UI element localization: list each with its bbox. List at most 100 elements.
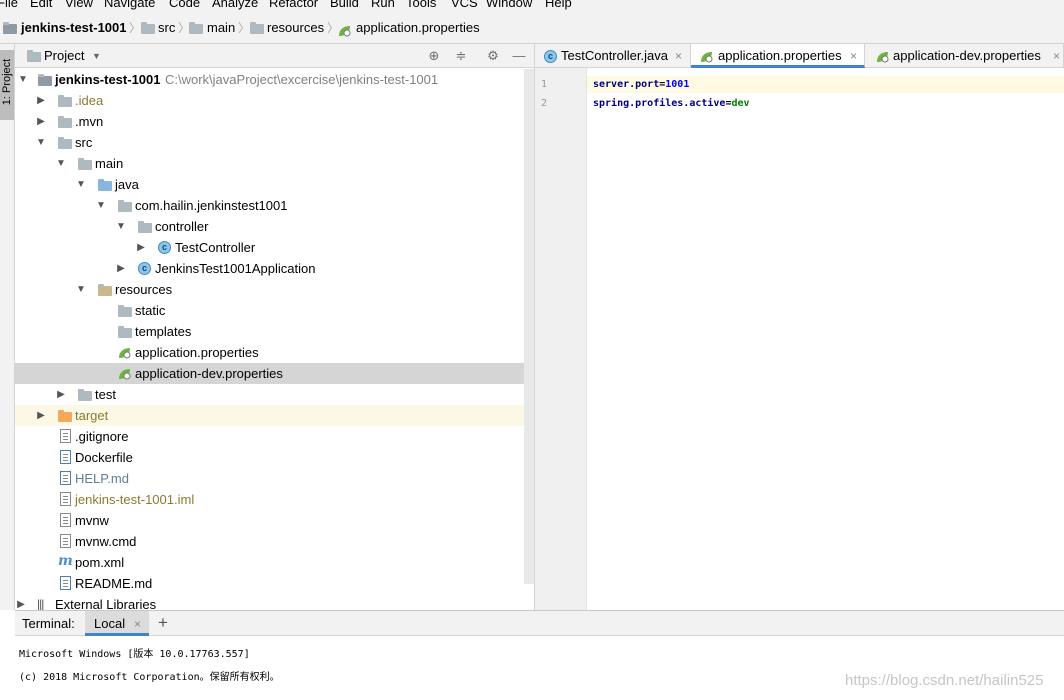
tree-label: controller xyxy=(155,219,209,234)
menu-build[interactable]: Build xyxy=(330,0,359,12)
chevron-right-icon[interactable]: ▶ xyxy=(116,260,126,277)
tab-label: application.properties xyxy=(718,48,842,63)
tree-label: .idea xyxy=(75,93,104,108)
close-icon[interactable]: × xyxy=(1053,48,1060,64)
breadcrumb-main[interactable]: main xyxy=(207,20,235,36)
tree-row[interactable]: ▶ test xyxy=(15,384,534,405)
tree-row[interactable]: application.properties xyxy=(15,342,534,363)
project-panel-header: Project ▼ ⊕ ≑ ⚙ — xyxy=(15,44,534,68)
tree-label: main xyxy=(95,156,124,171)
tab-testcontroller[interactable]: c TestController.java × xyxy=(535,44,691,68)
resources-folder-icon xyxy=(250,22,264,34)
tree-row[interactable]: ▼ com.hailin.jenkinstest1001 xyxy=(15,195,534,216)
breadcrumb-separator-icon: 〉 xyxy=(178,21,191,35)
menu-file[interactable]: File xyxy=(0,0,18,12)
package-icon xyxy=(118,200,132,212)
breadcrumb-separator-icon: 〉 xyxy=(129,21,142,35)
chevron-down-icon[interactable]: ▼ xyxy=(18,71,28,88)
chevron-down-icon[interactable]: ▼ xyxy=(116,218,126,235)
chevron-right-icon[interactable]: ▶ xyxy=(36,113,46,130)
tree-row[interactable]: mvnw.cmd xyxy=(15,531,534,552)
tree-row-selected[interactable]: application-dev.properties xyxy=(15,363,534,384)
menu-vcs[interactable]: VCS xyxy=(451,0,478,12)
collapse-all-icon[interactable]: ≑ xyxy=(454,49,468,63)
excluded-folder-icon xyxy=(58,410,72,422)
tree-row[interactable]: ▼ controller xyxy=(15,216,534,237)
menu-analyze[interactable]: Analyze xyxy=(212,0,258,12)
tree-label: README.md xyxy=(75,576,153,591)
tree-row[interactable]: ▶ c TestController xyxy=(15,237,534,258)
tree-row[interactable]: ▶ c JenkinsTest1001Application xyxy=(15,258,534,279)
tree-label: mvnw.cmd xyxy=(75,534,137,549)
gear-icon[interactable]: ⚙ xyxy=(486,49,500,63)
code-line[interactable]: server.port=1001 xyxy=(593,79,689,90)
menu-help[interactable]: Help xyxy=(545,0,572,12)
chevron-right-icon[interactable]: ▶ xyxy=(56,386,66,403)
breadcrumb-src[interactable]: src xyxy=(158,20,175,36)
tab-application-dev-properties[interactable]: application-dev.properties × xyxy=(865,44,1064,68)
tree-label: HELP.md xyxy=(75,471,129,486)
chevron-down-icon[interactable]: ▼ xyxy=(96,197,106,214)
project-tool-button[interactable]: 1: Project xyxy=(0,50,14,120)
code-line[interactable]: spring.profiles.active=dev xyxy=(593,98,750,109)
tree-label: test xyxy=(95,387,116,402)
menu-refactor[interactable]: Refactor xyxy=(269,0,318,12)
breadcrumb-project[interactable]: jenkins-test-1001 xyxy=(21,20,127,36)
spring-properties-icon xyxy=(119,369,131,380)
tree-row[interactable]: ▶ target xyxy=(15,405,534,426)
terminal-title: Terminal: xyxy=(22,616,75,631)
tree-row[interactable]: HELP.md xyxy=(15,468,534,489)
breadcrumb-separator-icon: 〉 xyxy=(238,21,251,35)
menu-navigate[interactable]: Navigate xyxy=(104,0,155,12)
tree-label: templates xyxy=(135,324,192,339)
close-icon[interactable]: × xyxy=(850,48,857,64)
chevron-down-icon[interactable]: ▼ xyxy=(56,155,66,172)
tree-row[interactable]: static xyxy=(15,300,534,321)
tree-row[interactable]: Dockerfile xyxy=(15,447,534,468)
menu-tools[interactable]: Tools xyxy=(406,0,436,12)
chevron-right-icon[interactable]: ▶ xyxy=(36,407,46,424)
menu-view[interactable]: View xyxy=(65,0,93,12)
tree-row[interactable]: m pom.xml xyxy=(15,552,534,573)
tree-row[interactable]: ▶ .idea xyxy=(15,90,534,111)
tree-row-root[interactable]: ▼ jenkins-test-1001 C:\work\javaProject\… xyxy=(15,69,534,90)
tree-row[interactable]: ▶ .mvn xyxy=(15,111,534,132)
menu-run[interactable]: Run xyxy=(371,0,395,12)
property-value: dev xyxy=(731,98,750,109)
breadcrumb-file[interactable]: application.properties xyxy=(356,20,480,36)
chevron-right-icon[interactable]: ▶ xyxy=(36,92,46,109)
chevron-down-icon[interactable]: ▼ xyxy=(76,176,86,193)
tree-row[interactable]: ▼ resources xyxy=(15,279,534,300)
tree-row[interactable]: mvnw xyxy=(15,510,534,531)
tree-row[interactable]: templates xyxy=(15,321,534,342)
locate-icon[interactable]: ⊕ xyxy=(427,49,441,63)
tree-row[interactable]: README.md xyxy=(15,573,534,594)
terminal-tab-local[interactable]: Local × xyxy=(85,611,149,636)
tree-row[interactable]: ▶ ||| External Libraries xyxy=(15,594,534,610)
view-dropdown-icon[interactable]: ▼ xyxy=(92,48,101,64)
spring-properties-icon xyxy=(701,52,713,63)
tree-row[interactable]: jenkins-test-1001.iml xyxy=(15,489,534,510)
chevron-right-icon[interactable]: ▶ xyxy=(16,596,26,610)
chevron-down-icon[interactable]: ▼ xyxy=(76,281,86,298)
menu-edit[interactable]: Edit xyxy=(30,0,52,12)
scrollbar[interactable] xyxy=(524,69,534,584)
menu-window[interactable]: Window xyxy=(486,0,532,12)
tree-label: application.properties xyxy=(135,345,259,360)
hide-icon[interactable]: — xyxy=(512,49,526,63)
add-terminal-icon[interactable]: + xyxy=(158,613,168,633)
tree-row[interactable]: ▼ java xyxy=(15,174,534,195)
tree-row[interactable]: ▼ src xyxy=(15,132,534,153)
tab-application-properties[interactable]: application.properties × xyxy=(691,44,865,68)
chevron-right-icon[interactable]: ▶ xyxy=(136,239,146,256)
breadcrumb-resources[interactable]: resources xyxy=(267,20,324,36)
project-panel-title[interactable]: Project xyxy=(44,48,84,64)
tree-row[interactable]: ▼ main xyxy=(15,153,534,174)
chevron-down-icon[interactable]: ▼ xyxy=(36,134,46,151)
menu-code[interactable]: Code xyxy=(169,0,200,12)
folder-icon xyxy=(58,116,72,128)
tree-row[interactable]: .gitignore xyxy=(15,426,534,447)
breadcrumb: jenkins-test-1001 〉 src 〉 main 〉 resourc… xyxy=(0,12,1064,44)
close-icon[interactable]: × xyxy=(675,48,682,64)
close-icon[interactable]: × xyxy=(134,616,141,632)
